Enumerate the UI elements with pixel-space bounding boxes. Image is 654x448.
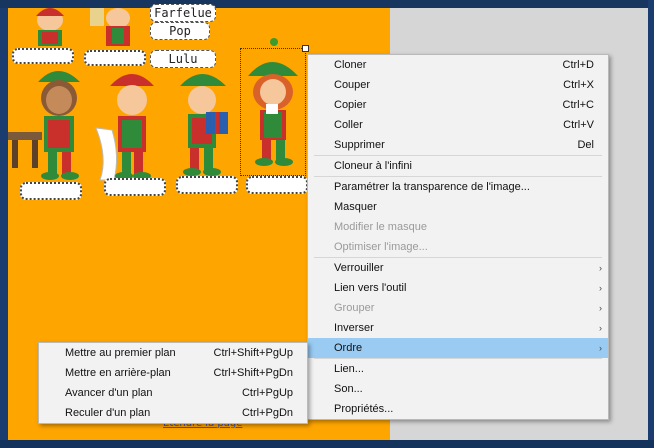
submenu-arrow-icon: › [599,343,602,353]
context-menu: Cloner Ctrl+D Couper Ctrl+X Copier Ctrl+C C… [307,54,609,420]
blank-name-box[interactable] [104,178,166,196]
menu-item-transparence[interactable]: Paramétrer la transparence de l'image... [308,177,608,197]
menu-item-copier[interactable]: Copier Ctrl+C [308,95,608,115]
menu-item-inverser[interactable]: Inverser › [308,318,608,338]
name-label-pop[interactable]: Pop [150,22,210,40]
submenu-arrow-icon: › [599,323,602,333]
elf-image-top-1[interactable] [20,6,80,48]
elf-image-top-2[interactable] [86,6,146,50]
submenu-item-avancer[interactable]: Avancer d'un plan Ctrl+PgUp [39,383,307,403]
name-label-lulu[interactable]: Lulu [150,50,216,68]
submenu-item-arriere-plan[interactable]: Mettre en arrière-plan Ctrl+Shift+PgDn [39,363,307,383]
elf-image-selected[interactable] [242,52,304,172]
menu-item-verrouiller[interactable]: Verrouiller › [308,258,608,278]
blank-name-box[interactable] [246,176,308,194]
submenu-item-reculer[interactable]: Reculer d'un plan Ctrl+PgDn [39,403,307,423]
blank-name-box[interactable] [12,48,74,64]
menu-item-modifier-masque: Modifier le masque [334,221,427,233]
window-frame-right [648,0,654,448]
submenu-arrow-icon: › [599,263,602,273]
menu-item-cloneur-infini[interactable]: Cloneur à l'infini [308,156,608,176]
corner-handle[interactable] [302,45,309,52]
order-submenu: Mettre au premier plan Ctrl+Shift+PgUp Me… [38,342,308,424]
menu-item-grouper: Grouper › [308,298,608,318]
blank-name-box[interactable] [84,50,146,66]
elf-image-gift[interactable] [170,68,240,182]
menu-item-optimiser-image: Optimiser l'image... [334,241,428,253]
submenu-item-premier-plan[interactable]: Mettre au premier plan Ctrl+Shift+PgUp [39,343,307,363]
menu-item-cloner[interactable]: Cloner Ctrl+D [308,55,608,75]
rotate-handle[interactable] [270,38,278,46]
menu-item-proprietes[interactable]: Propriétés... [308,399,608,419]
elf-image-scroll[interactable] [92,68,168,184]
menu-item-coller[interactable]: Coller Ctrl+V [308,115,608,135]
blank-name-box[interactable] [176,176,238,194]
blank-name-box[interactable] [20,182,82,200]
menu-item-son[interactable]: Son... [308,379,608,399]
elf-image-workbench[interactable] [8,66,90,184]
menu-item-ordre[interactable]: Ordre › [308,338,608,358]
menu-item-couper[interactable]: Couper Ctrl+X [308,75,608,95]
window-frame-bottom [0,440,654,448]
submenu-arrow-icon: › [599,283,602,293]
menu-item-lien-outil[interactable]: Lien vers l'outil › [308,278,608,298]
submenu-arrow-icon: › [599,303,602,313]
menu-item-lien[interactable]: Lien... [308,359,608,379]
menu-item-masquer[interactable]: Masquer [308,197,608,217]
name-label-farfelue[interactable]: Farfelue [150,4,216,22]
menu-item-supprimer[interactable]: Supprimer Del [308,135,608,155]
